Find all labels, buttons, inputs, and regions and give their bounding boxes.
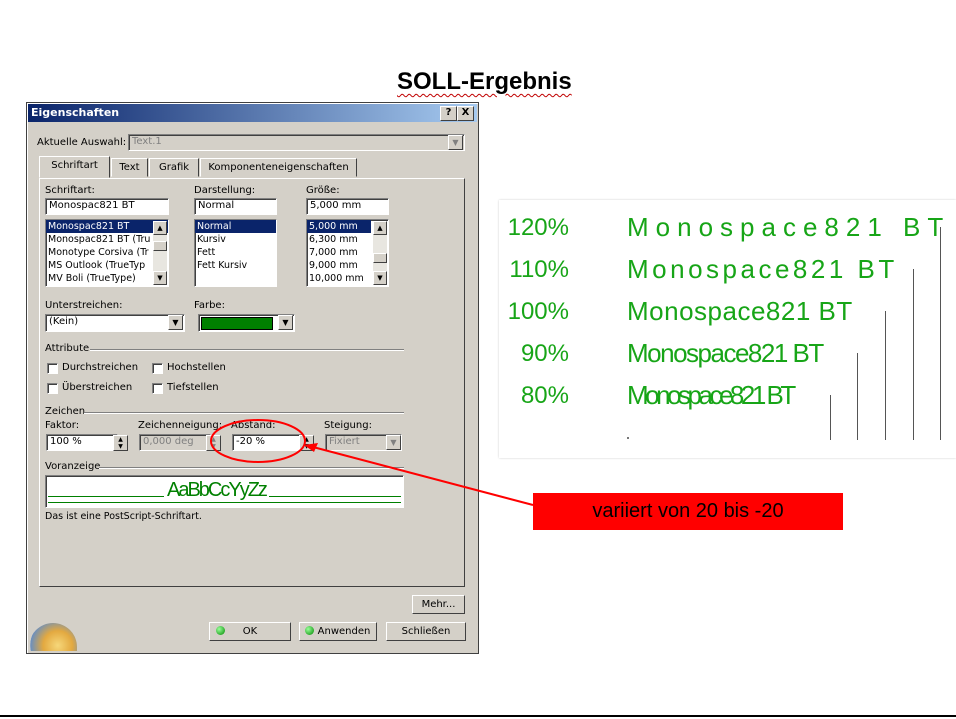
sample-text: Monospace821 BT (627, 338, 824, 368)
guide-line (913, 269, 914, 440)
highlight-ellipse (210, 419, 306, 463)
sample-percent: 80% (520, 382, 569, 409)
bottom-rule (0, 715, 956, 717)
annotation-box: variiert von 20 bis -20 (533, 493, 843, 530)
guide-line (857, 353, 858, 440)
sample-percent: 120% (507, 214, 569, 241)
spacing-samples: 120% Monospace821 BT 110% Monospace821 B… (499, 200, 956, 458)
guide-line (940, 227, 941, 440)
guide-line (830, 395, 831, 440)
sample-percent: 110% (509, 256, 569, 283)
sample-percent: 100% (507, 298, 569, 325)
sample-text: Monospace821 BT (627, 296, 853, 326)
sample-text: Monospace821 BT (627, 212, 951, 242)
sample-text: Monospace821 BT (627, 254, 898, 284)
guide-line (885, 311, 886, 440)
origin-dot (627, 437, 629, 439)
sample-text: Monospace821 BT (627, 380, 796, 410)
arrowhead-icon (304, 443, 318, 452)
sample-percent: 90% (520, 340, 569, 367)
